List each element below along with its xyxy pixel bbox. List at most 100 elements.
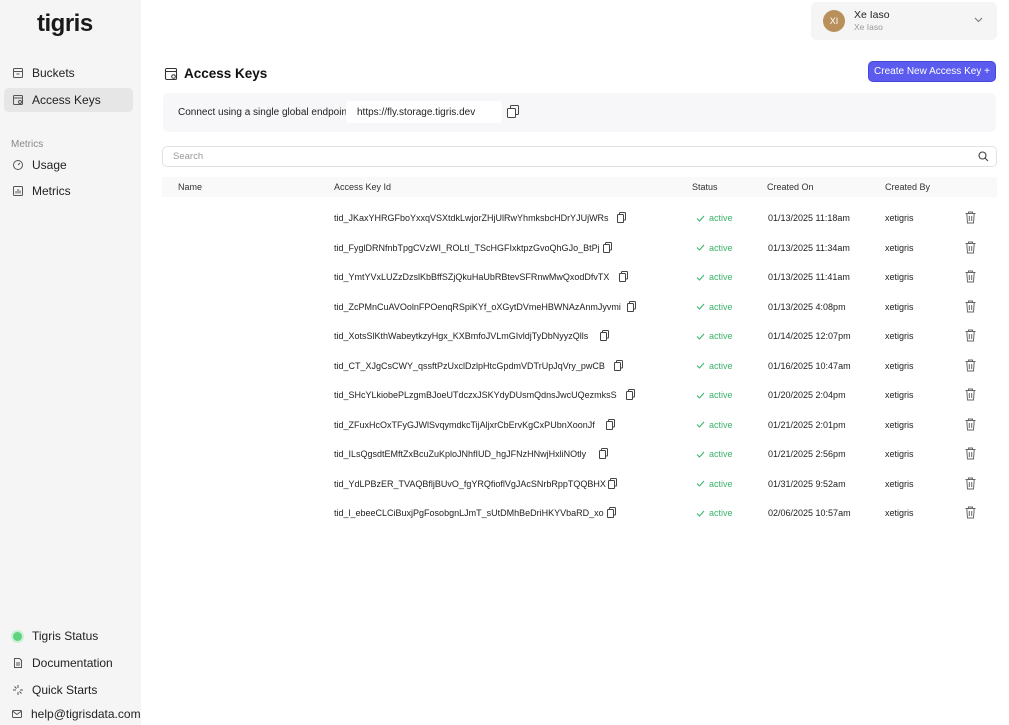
trash-icon[interactable]	[965, 270, 976, 283]
search-box	[162, 146, 997, 167]
table-row[interactable]: tid_JKaxYHRGFboYxxqVSXtdkLwjorZHjUlRwYhm…	[162, 204, 997, 233]
sidebar-item-label: Buckets	[32, 66, 75, 80]
table-row[interactable]: tid_CT_XJgCsCWY_qssftPzUxclDzlpHtcGpdmVD…	[162, 352, 997, 381]
trash-icon[interactable]	[965, 211, 976, 224]
sidebar-item-label: Access Keys	[32, 93, 101, 107]
sidebar-item-documentation[interactable]: Documentation	[4, 651, 133, 675]
created-by: xetigris	[885, 449, 914, 459]
create-access-key-button[interactable]: Create New Access Key +	[868, 61, 996, 82]
access-key-id: tid_l_ebeeCLCiBuxjPgFosobgnLJmT_sUtDMhBe…	[334, 508, 604, 518]
table-row[interactable]: tid_SHcYLkiobePLzgmBJoeUTdczxJSKYdyDUsmQ…	[162, 381, 997, 410]
table-row[interactable]: tid_YdLPBzER_TVAQBfljBUvO_fgYRQfioflVgJA…	[162, 470, 997, 499]
trash-icon[interactable]	[965, 241, 976, 254]
trash-icon[interactable]	[965, 329, 976, 342]
copy-icon[interactable]	[614, 359, 623, 371]
copy-icon[interactable]	[603, 241, 612, 253]
status-badge: active	[696, 420, 733, 430]
logo-text: tigris	[37, 10, 93, 37]
trash-icon[interactable]	[965, 359, 976, 372]
table-row[interactable]: tid_ZcPMnCuAVOolnFPOenqRSpiKYf_oXGytDVme…	[162, 293, 997, 322]
copy-icon[interactable]	[607, 507, 616, 518]
created-by: xetigris	[885, 242, 914, 253]
table-row[interactable]: tid_l_ebeeCLCiBuxjPgFosobgnLJmT_sUtDMhBe…	[162, 499, 997, 528]
copy-icon[interactable]	[599, 448, 608, 459]
table-row[interactable]: tid_ILsQgsdtEMftZxBcuZuKploJNhfIUD_hgJFN…	[162, 440, 997, 469]
status-text: active	[709, 242, 733, 253]
status-text: active	[709, 331, 733, 341]
sidebar-item-help-email[interactable]: help@tigrisdata.com	[4, 702, 141, 725]
created-on: 01/21/2025 2:56pm	[768, 449, 846, 459]
check-icon	[696, 421, 705, 428]
column-header-access-key-id[interactable]: Access Key Id	[334, 182, 391, 192]
sidebar-item-metrics[interactable]: Metrics	[4, 179, 133, 203]
created-on: 01/13/2025 11:34am	[768, 242, 850, 253]
column-header-created-on[interactable]: Created On	[767, 182, 814, 192]
chevron-down-icon	[974, 15, 983, 26]
sidebar-item-tigris-status[interactable]: Tigris Status	[4, 624, 133, 648]
table-row[interactable]: tid_YmtYVxLUZzDzslKbBffSZjQkuHaUbRBtevSF…	[162, 263, 997, 292]
endpoint-field[interactable]: https://fly.storage.tigris.dev	[346, 101, 502, 123]
access-key-id: tid_ZcPMnCuAVOolnFPOenqRSpiKYf_oXGytDVme…	[334, 301, 621, 312]
column-header-created-by[interactable]: Created By	[885, 182, 930, 192]
check-icon	[696, 333, 705, 340]
check-icon	[696, 274, 705, 281]
status-badge: active	[696, 449, 733, 459]
sidebar-item-quick-starts[interactable]: Quick Starts	[4, 678, 133, 702]
status-text: active	[709, 390, 733, 400]
copy-icon[interactable]	[617, 212, 626, 223]
created-on: 01/13/2025 11:18am	[768, 213, 850, 223]
access-key-id: tid_ZFuxHcOxTFyGJWlSvqymdkcTijAljxrCbErv…	[334, 419, 595, 430]
chart-icon	[11, 185, 24, 198]
status-badge: active	[696, 213, 733, 223]
trash-icon[interactable]	[965, 447, 976, 460]
created-on: 01/13/2025 4:08pm	[768, 301, 846, 312]
table-row[interactable]: tid_FyglDRNfnbTpgCVzWI_ROLtI_TScHGFIxktp…	[162, 234, 997, 263]
trash-icon[interactable]	[965, 418, 976, 431]
created-on: 01/20/2025 2:04pm	[768, 390, 846, 400]
trash-icon[interactable]	[965, 300, 976, 313]
trash-icon[interactable]	[965, 506, 976, 519]
key-card-icon	[164, 67, 178, 81]
endpoint-label: Connect using a single global endpoint:	[178, 107, 353, 118]
created-on: 01/16/2025 10:47am	[768, 360, 851, 371]
sidebar-item-access-keys[interactable]: Access Keys	[4, 88, 133, 112]
copy-icon[interactable]	[626, 389, 635, 400]
sidebar-item-usage[interactable]: Usage	[4, 153, 133, 177]
copy-icon[interactable]	[507, 105, 519, 118]
tigris-logo[interactable]: tigris	[37, 9, 101, 39]
page-title: Access Keys	[164, 66, 267, 81]
trash-icon[interactable]	[965, 388, 976, 401]
key-card-icon	[11, 94, 24, 107]
copy-icon[interactable]	[627, 300, 636, 312]
status-badge: active	[696, 243, 733, 253]
copy-icon[interactable]	[606, 418, 615, 430]
created-on: 01/31/2025 9:52am	[768, 478, 846, 489]
table-row[interactable]: tid_XotsSlKthWabeytkzyHgx_KXBmfoJVLmGIvl…	[162, 322, 997, 351]
table-row[interactable]: tid_ZFuxHcOxTFyGJWlSvqymdkcTijAljxrCbErv…	[162, 411, 997, 440]
user-menu[interactable]: XI Xe Iaso Xe Iaso	[811, 2, 997, 40]
search-input[interactable]	[173, 150, 963, 163]
check-icon	[696, 244, 705, 251]
status-badge: active	[696, 331, 733, 341]
check-icon	[696, 303, 705, 310]
created-by: xetigris	[885, 213, 914, 223]
copy-icon[interactable]	[600, 330, 609, 341]
column-header-name[interactable]: Name	[178, 182, 202, 192]
sidebar-item-buckets[interactable]: Buckets	[4, 61, 133, 85]
sparkle-icon	[11, 684, 24, 697]
status-text: active	[709, 360, 733, 371]
user-name: Xe Iaso	[854, 9, 890, 21]
access-key-id: tid_SHcYLkiobePLzgmBJoeUTdczxJSKYdyDUsmQ…	[334, 390, 617, 400]
search-icon[interactable]	[978, 151, 989, 162]
column-header-status[interactable]: Status	[692, 182, 718, 192]
status-text: active	[709, 508, 733, 518]
copy-icon[interactable]	[608, 477, 617, 489]
table-header: Name Access Key Id Status Created On Cre…	[162, 177, 997, 197]
check-icon	[696, 215, 705, 222]
created-on: 02/06/2025 10:57am	[768, 508, 851, 518]
copy-icon[interactable]	[619, 271, 628, 282]
status-text: active	[709, 301, 733, 312]
created-on: 01/13/2025 11:41am	[768, 272, 850, 282]
trash-icon[interactable]	[965, 477, 976, 490]
endpoint-bar: Connect using a single global endpoint: …	[163, 93, 996, 132]
